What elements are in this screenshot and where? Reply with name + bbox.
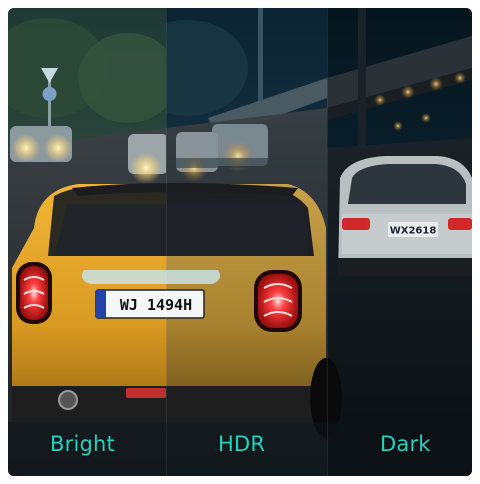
label-hdr: HDR	[218, 432, 266, 456]
night-road-scene: WX2618 WJ 1494H	[8, 8, 472, 476]
divider-hdr-dark	[327, 8, 328, 476]
divider-bright-hdr	[166, 8, 167, 476]
label-dark: Dark	[380, 432, 431, 456]
front-car-plate: WJ 1494H	[120, 296, 192, 314]
comparison-image: WX2618 WJ 1494H Bright HDR Dark	[8, 8, 472, 476]
label-bright: Bright	[50, 432, 115, 456]
right-car-plate: WX2618	[390, 226, 437, 237]
front-car: WJ 1494H	[12, 183, 342, 438]
